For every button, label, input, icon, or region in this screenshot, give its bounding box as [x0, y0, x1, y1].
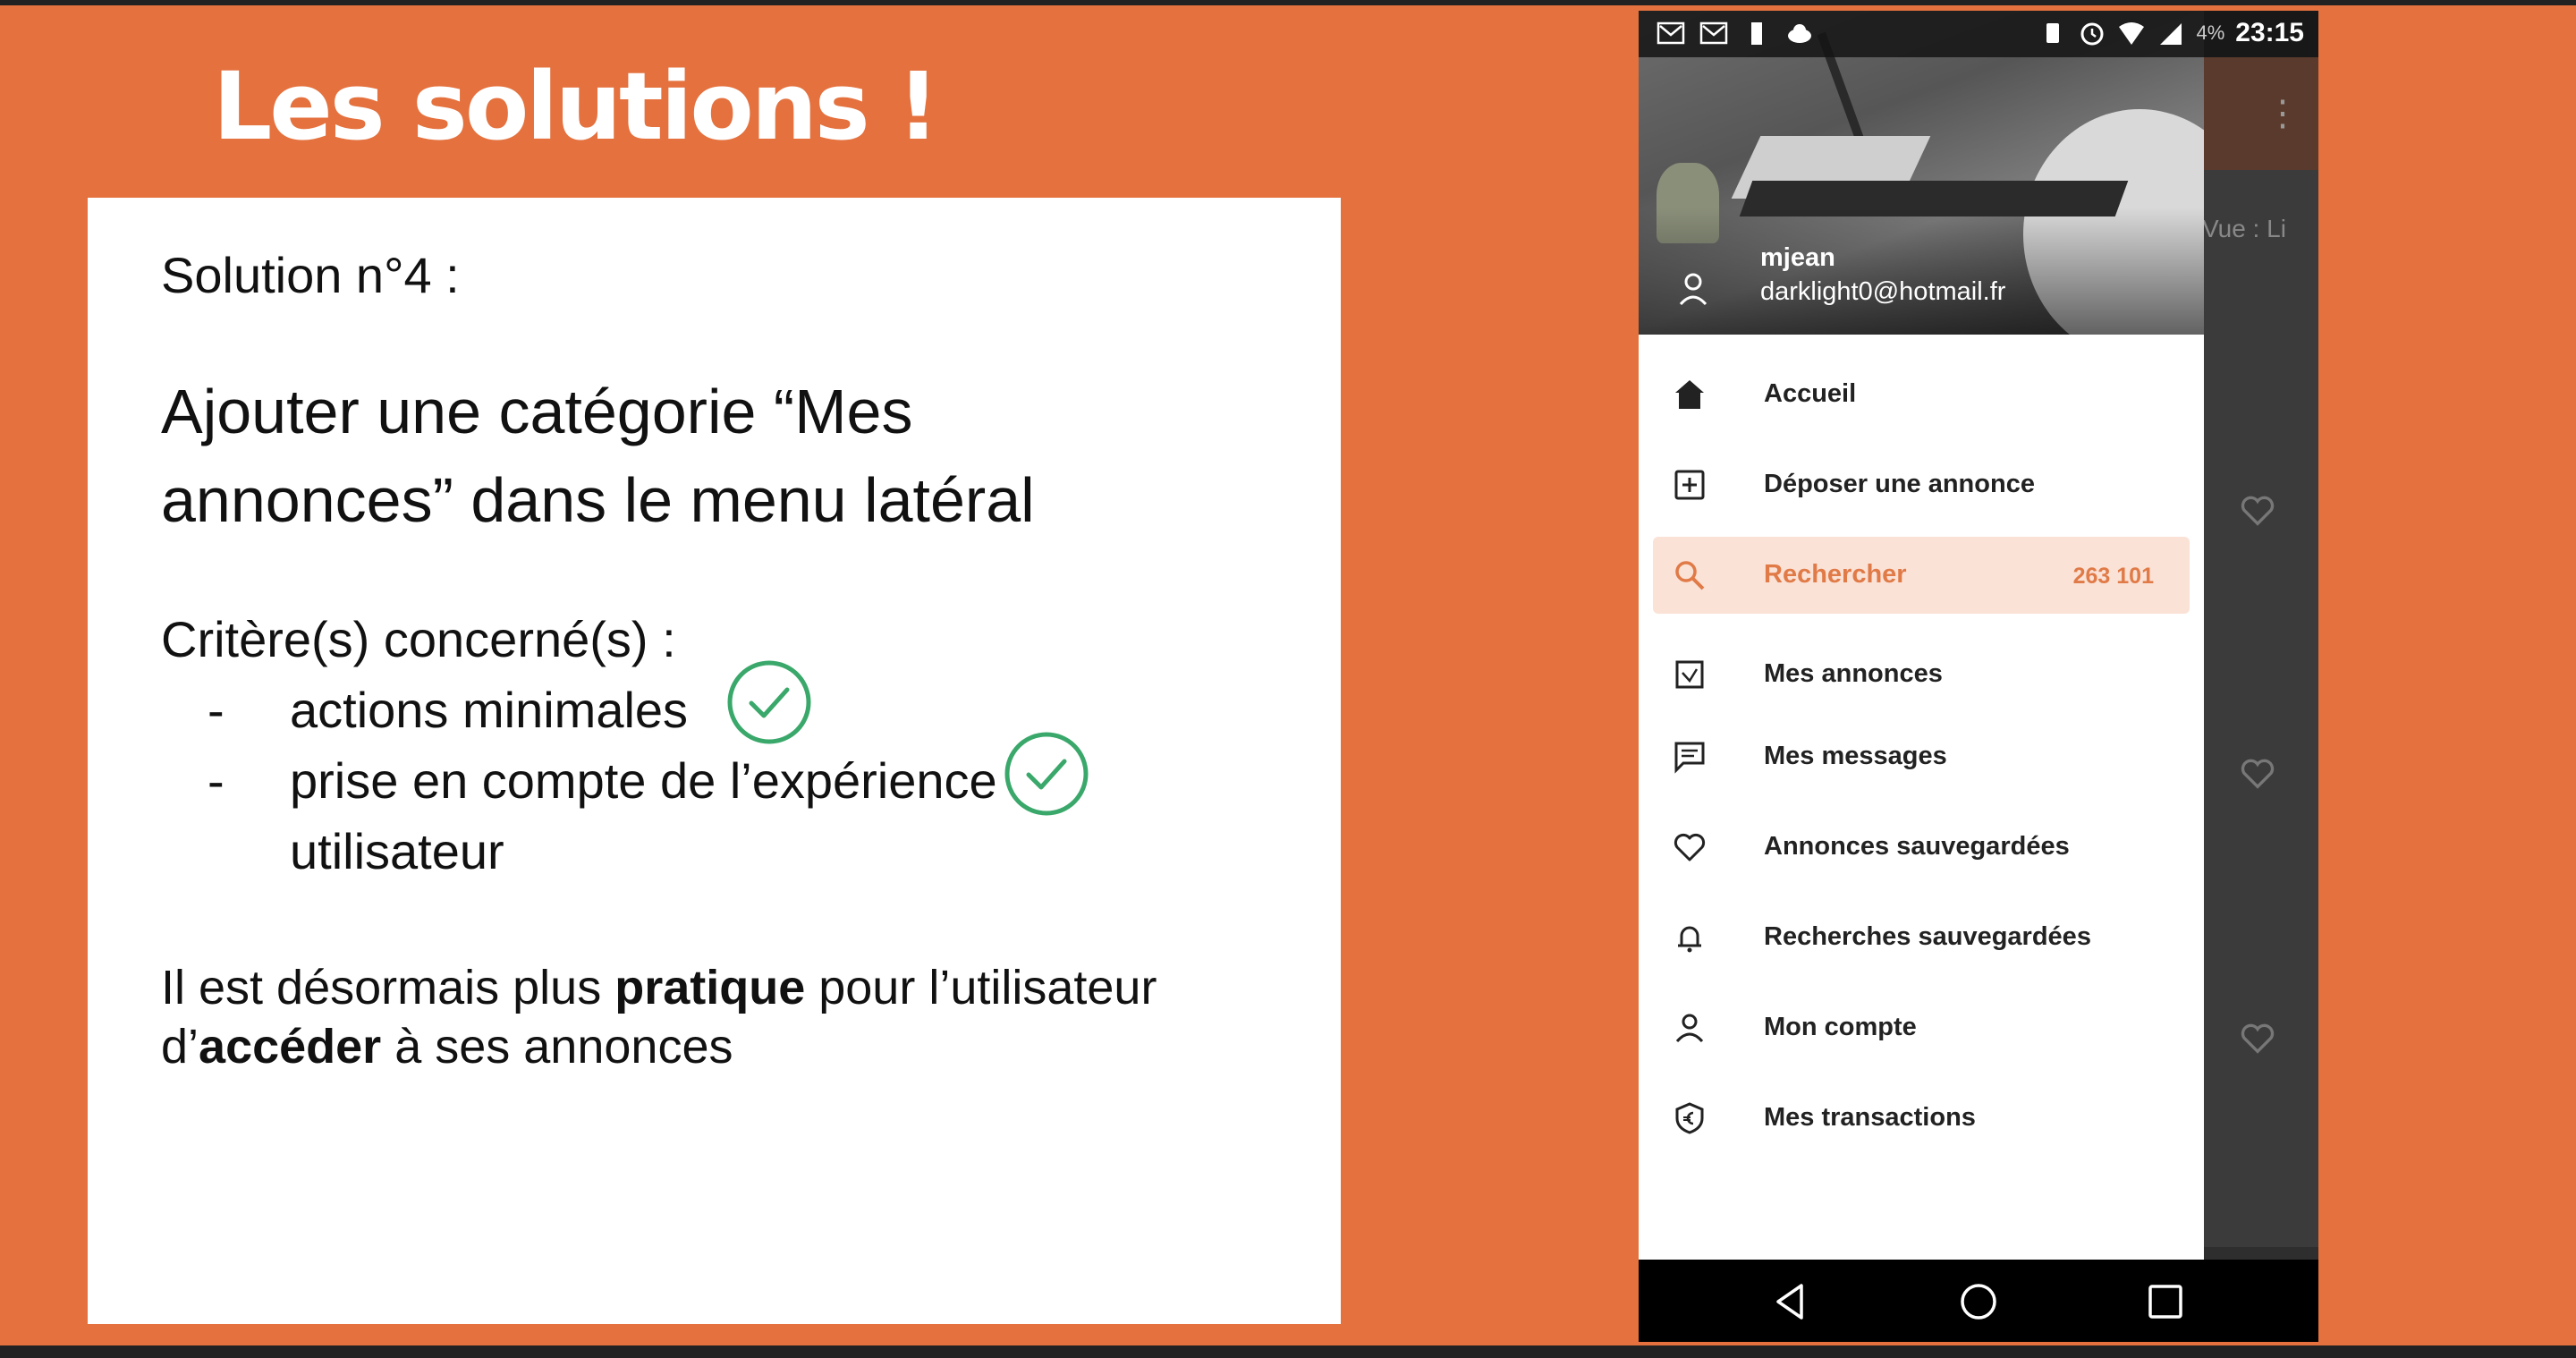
recent-apps-icon[interactable] [2145, 1281, 2186, 1322]
cloud-icon [1788, 24, 1811, 43]
shield-euro-icon [1675, 1102, 1704, 1134]
add-box-icon [1674, 470, 1705, 500]
wifi-icon [2119, 22, 2145, 45]
menu-item-label: Rechercher [1764, 560, 1907, 589]
user-avatar-icon [1679, 273, 1707, 306]
view-toggle[interactable]: Vue : Li [2202, 215, 2286, 243]
message-icon [1674, 742, 1705, 774]
summary-part: d’ [161, 1020, 199, 1074]
bell-icon [1678, 926, 1701, 953]
menu-item-accueil[interactable]: Accueil [1653, 356, 2190, 433]
signal-icon [2160, 23, 2182, 45]
favorite-icon[interactable] [2240, 1022, 2275, 1057]
criterion-continuation: utilisateur [290, 823, 504, 879]
user-email: darklight0@hotmail.fr [1760, 277, 2006, 306]
status-time: 23:15 [2235, 18, 2304, 47]
summary-part: pour l’utilisateur [805, 961, 1157, 1014]
menu-item-mes-annonces[interactable]: Mes annonces [1653, 636, 2190, 713]
android-navigation-bar [1639, 1260, 2318, 1342]
summary-text: Il est désormais plus pratique pour l’ut… [161, 958, 1306, 1076]
menu-item-mes-transactions[interactable]: Mes transactions [1653, 1080, 2190, 1157]
home-button-icon[interactable] [1958, 1281, 1999, 1322]
search-result-count: 263 101 [2072, 564, 2154, 589]
alarm-icon [2080, 22, 2104, 46]
check-circle-icon [727, 660, 811, 744]
status-indicators: 4% 23:15 [2038, 18, 2304, 48]
menu-item-label: Mes transactions [1764, 1103, 1976, 1132]
criteria-bullet: - [208, 752, 225, 809]
content-card: Solution n°4 : Ajouter une catégorie “Me… [88, 198, 1341, 1324]
summary-part: à ses annonces [381, 1020, 733, 1074]
annonces-icon [1675, 660, 1704, 689]
menu-item-annonces-sauvegardees[interactable]: Annonces sauvegardées [1653, 809, 2190, 886]
mail-icon [1657, 21, 1685, 45]
summary-part: Il est désormais plus [161, 961, 615, 1014]
top-border [0, 0, 2576, 5]
menu-item-label: Annonces sauvegardées [1764, 832, 2070, 861]
header-gradient [1639, 208, 2204, 335]
menu-item-label: Mon compte [1764, 1013, 1917, 1041]
heart-icon [1674, 833, 1706, 861]
menu-item-deposer-annonce[interactable]: Déposer une annonce [1653, 446, 2190, 523]
vibrate-icon [2046, 23, 2060, 43]
solution-description-line-2: annonces” dans le menu latéral [161, 465, 1035, 535]
drawer-header: mjean darklight0@hotmail.fr [1639, 11, 2204, 335]
menu-item-label: Mes messages [1764, 742, 1947, 770]
menu-item-label: Recherches sauvegardées [1764, 922, 2091, 951]
back-icon[interactable] [1771, 1281, 1812, 1322]
favorite-icon[interactable] [2240, 757, 2275, 793]
menu-item-mon-compte[interactable]: Mon compte [1653, 989, 2190, 1066]
solution-number: Solution n°4 : [161, 247, 460, 303]
summary-emphasis: pratique [614, 961, 806, 1014]
criterion-actions-minimales: actions minimales [290, 682, 689, 738]
home-icon [1675, 380, 1704, 409]
notification-icons [1657, 20, 1814, 47]
menu-item-label: Mes annonces [1764, 659, 1943, 688]
solution-description-line-1: Ajouter une catégorie “Mes [161, 377, 913, 446]
person-icon [1675, 1014, 1704, 1043]
phone-screenshot: 4% 23:15 ⋮ Vue : Li mjean darklight0@hot… [1639, 11, 2318, 1342]
overflow-menu-icon[interactable]: ⋮ [2265, 93, 2301, 134]
navigation-drawer: mjean darklight0@hotmail.fr Accueil Dépo… [1639, 11, 2204, 1260]
slide-title: Les solutions ! [213, 52, 939, 161]
search-icon [1675, 561, 1705, 590]
user-name: mjean [1760, 243, 1835, 272]
criteria-bullet: - [208, 682, 225, 738]
status-bar: 4% 23:15 [1639, 11, 2318, 57]
menu-item-recherches-sauvegardees[interactable]: Recherches sauvegardées [1653, 899, 2190, 976]
favorite-icon[interactable] [2240, 494, 2275, 530]
summary-emphasis: accéder [199, 1020, 382, 1074]
criteria-heading: Critère(s) concerné(s) : [161, 611, 676, 667]
criterion-experience-utilisateur: prise en compte de l’expérience [290, 752, 997, 809]
menu-item-mes-messages[interactable]: Mes messages [1653, 718, 2190, 795]
battery-alert-icon [1751, 22, 1762, 45]
battery-level: 4% [2196, 21, 2225, 44]
mail-icon [1699, 21, 1728, 45]
menu-item-label: Accueil [1764, 379, 1857, 408]
check-circle-icon [1004, 732, 1089, 816]
bottom-border [0, 1345, 2576, 1358]
menu-item-label: Déposer une annonce [1764, 470, 2035, 498]
menu-item-rechercher[interactable]: Rechercher 263 101 [1653, 537, 2190, 614]
